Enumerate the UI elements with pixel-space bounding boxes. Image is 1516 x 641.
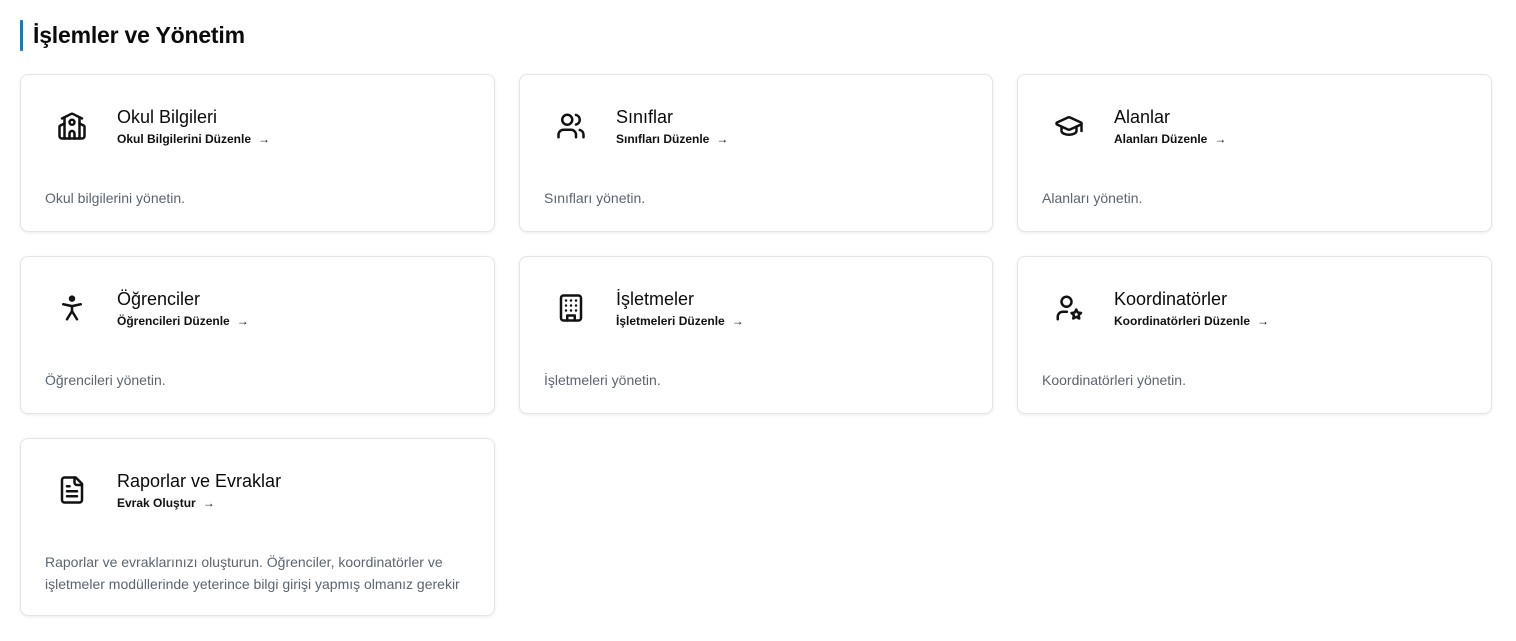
section-accent-bar	[20, 19, 23, 51]
edit-link[interactable]: Alanları Düzenle →	[1114, 132, 1226, 146]
edit-link-label: İşletmeleri Düzenle	[616, 314, 725, 328]
card-okul-bilgileri[interactable]: Okul Bilgileri Okul Bilgilerini Düzenle …	[20, 74, 495, 232]
card-description: İşletmeleri yönetin.	[544, 372, 661, 388]
building-icon	[556, 293, 586, 323]
card-description: Koordinatörleri yönetin.	[1042, 372, 1186, 388]
arrow-right-icon: →	[236, 314, 249, 328]
edit-link-label: Okul Bilgilerini Düzenle	[117, 132, 252, 146]
card-title: Alanlar	[1114, 107, 1171, 127]
create-document-link-label: Evrak Oluştur	[117, 496, 196, 510]
card-alanlar[interactable]: Alanlar Alanları Düzenle → Alanları yöne…	[1017, 74, 1492, 232]
card-title: Koordinatörler	[1114, 289, 1228, 309]
edit-link[interactable]: İşletmeleri Düzenle →	[616, 314, 744, 328]
create-document-link[interactable]: Evrak Oluştur →	[117, 496, 215, 510]
arrow-right-icon: →	[1257, 314, 1270, 328]
card-koordinatorler[interactable]: Koordinatörler Koordinatörleri Düzenle →…	[1017, 256, 1492, 414]
edit-link[interactable]: Okul Bilgilerini Düzenle →	[117, 132, 270, 146]
edit-link-label: Alanları Düzenle	[1114, 132, 1208, 146]
card-ogrenciler[interactable]: Öğrenciler Öğrencileri Düzenle → Öğrenci…	[20, 256, 495, 414]
arrow-right-icon: →	[202, 496, 215, 510]
section-title: İşlemler ve Yönetim	[33, 21, 245, 48]
card-title: Okul Bilgileri	[117, 107, 218, 127]
edit-link[interactable]: Koordinatörleri Düzenle →	[1114, 314, 1269, 328]
arrow-right-icon: →	[716, 132, 729, 146]
card-description: Alanları yönetin.	[1042, 190, 1143, 206]
edit-link[interactable]: Sınıfları Düzenle →	[616, 132, 728, 146]
card-title: Sınıflar	[616, 107, 674, 127]
card-isletmeler[interactable]: İşletmeler İşletmeleri Düzenle → İşletme…	[519, 256, 993, 414]
card-description: Sınıfları yönetin.	[544, 190, 646, 206]
card-title: Raporlar ve Evraklar	[117, 471, 282, 491]
card-title: Öğrenciler	[117, 289, 201, 309]
graduation-cap-icon	[1054, 111, 1084, 141]
edit-link-label: Koordinatörleri Düzenle	[1114, 314, 1251, 328]
edit-link-label: Öğrencileri Düzenle	[117, 314, 230, 328]
users-icon	[556, 111, 586, 141]
accessibility-icon	[57, 293, 87, 323]
school-icon	[57, 111, 87, 141]
edit-link-label: Sınıfları Düzenle	[616, 132, 710, 146]
card-description: Raporlar ve evraklarınızı oluşturun. Öğr…	[45, 554, 460, 592]
file-text-icon	[57, 475, 87, 505]
card-siniflar[interactable]: Sınıflar Sınıfları Düzenle → Sınıfları y…	[519, 74, 993, 232]
section-header: İşlemler ve Yönetim	[20, 19, 245, 51]
arrow-right-icon: →	[258, 132, 271, 146]
card-raporlar-ve-evraklar[interactable]: Raporlar ve Evraklar Evrak Oluştur → Rap…	[20, 438, 495, 616]
card-description: Okul bilgilerini yönetin.	[45, 190, 186, 206]
user-star-icon	[1054, 293, 1084, 323]
card-title: İşletmeler	[616, 289, 695, 309]
card-description: Öğrencileri yönetin.	[45, 372, 166, 388]
arrow-right-icon: →	[731, 314, 744, 328]
arrow-right-icon: →	[1214, 132, 1227, 146]
edit-link[interactable]: Öğrencileri Düzenle →	[117, 314, 249, 328]
